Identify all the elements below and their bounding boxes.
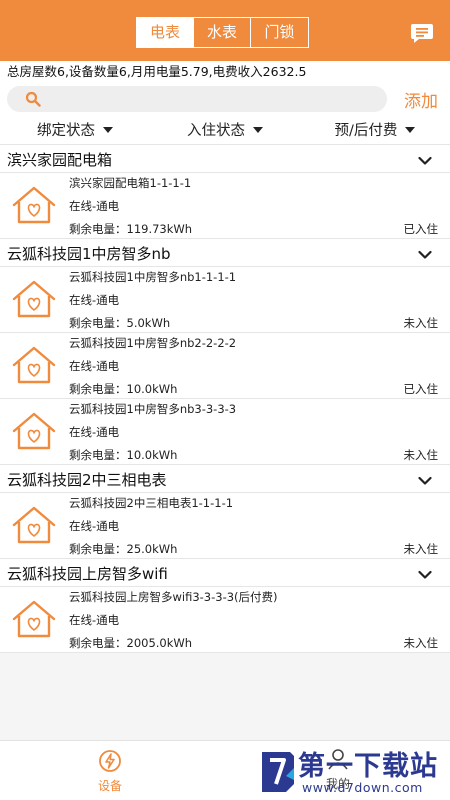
house-icon <box>11 279 57 323</box>
group-header[interactable]: 云狐科技园2中三相电表 <box>0 465 450 493</box>
occupancy-status: 未入住 <box>403 448 439 462</box>
chevron-down-icon[interactable] <box>418 565 432 584</box>
app-header: 电表 水表 门锁 <box>0 0 450 61</box>
filter-payment-type[interactable]: 预/后付费 <box>300 115 450 144</box>
device-row[interactable]: 云狐科技园1中房智多nb3-3-3-3 在线-通电剩余电量：10.0kWh 未入住 <box>0 399 450 465</box>
caret-down-icon <box>253 126 263 133</box>
nav-device-label: 设备 <box>97 779 122 793</box>
filter-binding-status[interactable]: 绑定状态 <box>0 115 150 144</box>
search-input[interactable] <box>7 86 387 112</box>
chevron-down-icon[interactable] <box>418 151 432 170</box>
group-title: 滨兴家园配电箱 <box>7 151 113 169</box>
house-icon <box>11 599 57 643</box>
group-header[interactable]: 云狐科技园上房智多wifi <box>0 559 450 587</box>
device-name: 云狐科技园2中三相电表1-1-1-1 <box>69 496 234 510</box>
tab-water-meter[interactable]: 水表 <box>194 18 251 47</box>
search-row: 添加 <box>0 83 450 115</box>
watermark-url: www.d7down.com <box>302 780 423 795</box>
filter-label: 预/后付费 <box>334 123 398 139</box>
caret-down-icon <box>405 126 416 133</box>
watermark-title: 第一下载站 <box>298 751 438 782</box>
tab-door-lock[interactable]: 门锁 <box>251 18 308 47</box>
house-icon <box>11 411 57 455</box>
occupancy-status: 未入住 <box>403 636 439 650</box>
search-icon <box>25 91 41 111</box>
watermark-logo: 第一下载站 www.d7down.com <box>256 742 450 800</box>
device-row[interactable]: 云狐科技园1中房智多nb1-1-1-1 在线-通电剩余电量：5.0kWh 未入住 <box>0 267 450 333</box>
filter-label: 绑定状态 <box>37 123 95 139</box>
filter-label: 入住状态 <box>187 123 245 139</box>
device-name: 云狐科技园上房智多wifi3-3-3-3(后付费) <box>69 590 278 604</box>
nav-device[interactable]: 设备 <box>92 749 128 794</box>
add-button[interactable]: 添加 <box>404 87 438 112</box>
device-remaining-power: 剩余电量：2005.0kWh <box>69 636 193 650</box>
group-title: 云狐科技园上房智多wifi <box>7 565 168 583</box>
house-icon <box>11 505 57 549</box>
group-header[interactable]: 滨兴家园配电箱 <box>0 145 450 173</box>
meter-type-tabs: 电表 水表 门锁 <box>136 17 309 48</box>
chevron-down-icon[interactable] <box>418 245 432 264</box>
device-name: 滨兴家园配电箱1-1-1-1 <box>69 176 192 190</box>
house-icon <box>11 185 57 229</box>
chevron-down-icon[interactable] <box>418 471 432 490</box>
device-remaining-power: 剩余电量：5.0kWh <box>69 316 171 330</box>
lightning-icon <box>99 750 121 772</box>
device-status: 在线-通电 <box>69 199 120 213</box>
download-site-logo-icon <box>262 752 294 792</box>
summary-stats: 总房屋数6,设备数量6,月用电量5.79,电费收入2632.5 <box>0 61 450 83</box>
device-list: 滨兴家园配电箱 滨兴家园配电箱1-1-1-1 在线-通电 剩余电量：119.73kWh… <box>0 145 450 653</box>
caret-down-icon <box>103 126 113 133</box>
device-name: 云狐科技园1中房智多nb3-3-3-3 <box>69 402 237 416</box>
device-row[interactable]: 云狐科技园2中三相电表1-1-1-1 在线-通电剩余电量：25.0kWh 未入住 <box>0 493 450 559</box>
device-status: 在线-通电 <box>69 293 120 307</box>
occupancy-status: 未入住 <box>403 316 439 330</box>
group-title: 云狐科技园2中三相电表 <box>7 471 167 489</box>
device-row[interactable]: 云狐科技园1中房智多nb2-2-2-2 在线-通电剩余电量：10.0kWh 已入住 <box>0 333 450 399</box>
tab-electric-meter[interactable]: 电表 <box>137 18 194 47</box>
message-icon[interactable] <box>410 22 434 48</box>
device-status: 在线-通电 <box>69 519 120 533</box>
device-name: 云狐科技园1中房智多nb1-1-1-1 <box>69 270 237 284</box>
device-status: 在线-通电 <box>69 425 120 439</box>
device-row[interactable]: 滨兴家园配电箱1-1-1-1 在线-通电剩余电量：119.73kWh 已入住 <box>0 173 450 239</box>
device-status: 在线-通电 <box>69 359 120 373</box>
occupancy-status: 未入住 <box>403 542 439 556</box>
group-header[interactable]: 云狐科技园1中房智多nb <box>0 239 450 267</box>
house-icon <box>11 345 57 389</box>
group-title: 云狐科技园1中房智多nb <box>7 245 171 263</box>
device-name: 云狐科技园1中房智多nb2-2-2-2 <box>69 336 237 350</box>
device-remaining-power: 剩余电量：119.73kWh <box>69 222 193 236</box>
device-remaining-power: 剩余电量：25.0kWh <box>69 542 178 556</box>
occupancy-status: 已入住 <box>403 222 439 236</box>
device-remaining-power: 剩余电量：10.0kWh <box>69 382 178 396</box>
filter-occupancy-status[interactable]: 入住状态 <box>150 115 300 144</box>
device-row[interactable]: 云狐科技园上房智多wifi3-3-3-3(后付费) 在线-通电剩余电量：2005.… <box>0 587 450 653</box>
filter-bar: 绑定状态 入住状态 预/后付费 <box>0 115 450 145</box>
device-remaining-power: 剩余电量：10.0kWh <box>69 448 178 462</box>
device-status: 在线-通电 <box>69 613 120 627</box>
occupancy-status: 已入住 <box>403 382 439 396</box>
